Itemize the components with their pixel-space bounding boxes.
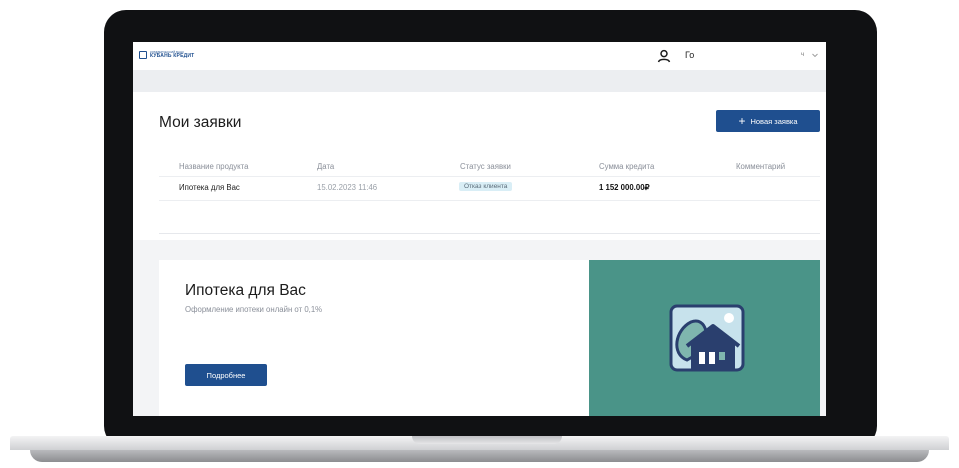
plus-icon: + bbox=[738, 114, 746, 128]
page-title: Мои заявки bbox=[159, 114, 242, 131]
laptop-base bbox=[0, 436, 959, 468]
logo-mark-icon bbox=[139, 51, 147, 59]
status-badge: Отказ клиента bbox=[459, 182, 513, 191]
app-screen: КОММЕРЧЕСКИЙ БАНК КУБАНЬ КРЕДИТ Го ч Мои… bbox=[133, 42, 826, 416]
table-header-row: Название продукта Дата Статус заявки Сум… bbox=[159, 156, 820, 177]
user-name[interactable]: Го bbox=[685, 50, 694, 60]
user-name-suffix: ч bbox=[801, 52, 805, 58]
cell-product: Ипотека для Вас bbox=[179, 183, 240, 192]
new-request-button[interactable]: + Новая заявка bbox=[716, 110, 820, 132]
cell-amount: 1 152 000.00₽ bbox=[599, 183, 650, 192]
column-header-amount[interactable]: Сумма кредита bbox=[599, 162, 654, 171]
promo-subtitle: Оформление ипотеки онлайн от 0,1% bbox=[185, 305, 323, 314]
top-bar: КОММЕРЧЕСКИЙ БАНК КУБАНЬ КРЕДИТ Го ч bbox=[133, 42, 826, 70]
column-header-status[interactable]: Статус заявки bbox=[460, 162, 511, 171]
column-header-date[interactable]: Дата bbox=[317, 162, 334, 171]
promo-card: Ипотека для Вас Оформление ипотеки онлай… bbox=[159, 260, 820, 416]
chevron-down-icon[interactable] bbox=[811, 51, 819, 59]
logo-big-text: КУБАНЬ КРЕДИТ bbox=[150, 53, 195, 59]
user-icon[interactable] bbox=[657, 49, 671, 63]
requests-table: Название продукта Дата Статус заявки Сум… bbox=[159, 156, 820, 201]
section-divider bbox=[159, 233, 820, 234]
promo-image bbox=[589, 260, 820, 416]
house-icon bbox=[669, 304, 745, 372]
logo-text: КОММЕРЧЕСКИЙ БАНК КУБАНЬ КРЕДИТ bbox=[150, 51, 194, 59]
new-request-label: Новая заявка bbox=[750, 116, 798, 126]
bank-logo[interactable]: КОММЕРЧЕСКИЙ БАНК КУБАНЬ КРЕДИТ bbox=[139, 51, 194, 59]
cell-date: 15.02.2023 11:46 bbox=[317, 183, 378, 192]
laptop-base-bottom bbox=[30, 450, 929, 462]
promo-title: Ипотека для Вас bbox=[185, 282, 306, 299]
column-header-product[interactable]: Название продукта bbox=[179, 162, 249, 171]
requests-panel: Мои заявки + Новая заявка Название проду… bbox=[133, 92, 826, 240]
table-row[interactable]: Ипотека для Вас 15.02.2023 11:46 Отказ к… bbox=[159, 177, 820, 201]
laptop-notch bbox=[412, 436, 562, 444]
header-band bbox=[133, 70, 826, 92]
column-header-comment[interactable]: Комментарий bbox=[736, 162, 785, 171]
details-button[interactable]: Подробнее bbox=[185, 364, 267, 386]
